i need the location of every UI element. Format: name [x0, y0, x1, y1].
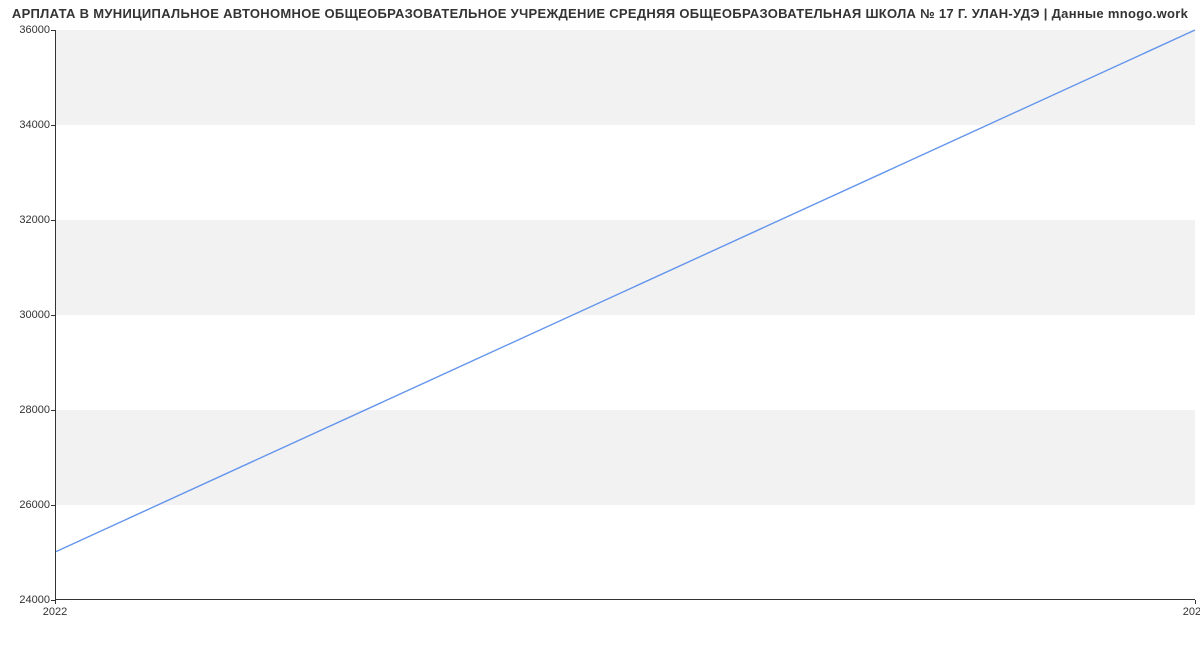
- y-tick-mark: [51, 30, 55, 31]
- y-tick-mark: [51, 125, 55, 126]
- line-series: [56, 30, 1195, 599]
- y-tick-mark: [51, 505, 55, 506]
- y-tick-mark: [51, 315, 55, 316]
- chart-container: АРПЛАТА В МУНИЦИПАЛЬНОЕ АВТОНОМНОЕ ОБЩЕО…: [0, 0, 1200, 650]
- y-tick-mark: [51, 410, 55, 411]
- chart-title: АРПЛАТА В МУНИЦИПАЛЬНОЕ АВТОНОМНОЕ ОБЩЕО…: [0, 6, 1200, 21]
- x-tick-mark: [1195, 600, 1196, 604]
- y-tick-mark: [51, 220, 55, 221]
- x-tick-label: 2022: [43, 606, 67, 618]
- x-tick-label: 2024: [1183, 606, 1200, 618]
- y-tick-label: 36000: [19, 24, 50, 36]
- y-tick-label: 24000: [19, 594, 50, 606]
- x-tick-mark: [55, 600, 56, 604]
- y-tick-label: 30000: [19, 309, 50, 321]
- plot-area: [55, 30, 1195, 600]
- y-tick-label: 32000: [19, 214, 50, 226]
- y-tick-label: 34000: [19, 119, 50, 131]
- y-tick-label: 26000: [19, 499, 50, 511]
- y-tick-label: 28000: [19, 404, 50, 416]
